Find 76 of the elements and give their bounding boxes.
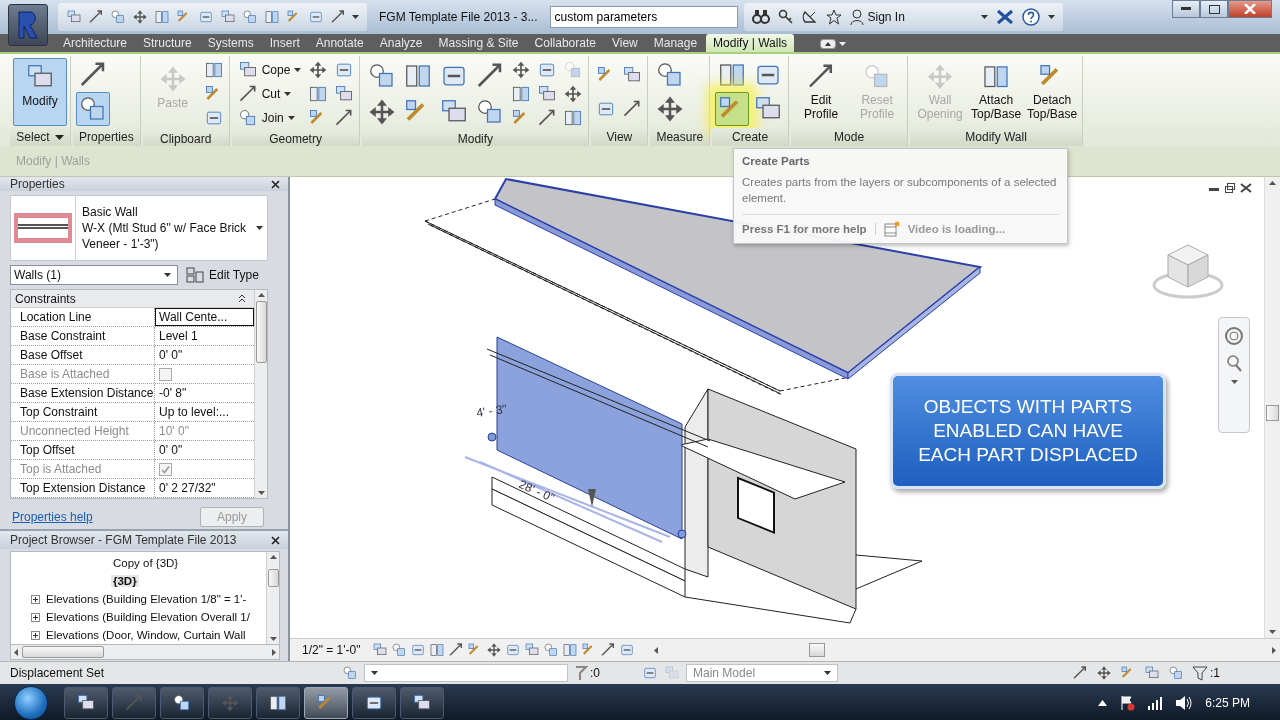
group-header: Constraints (15, 291, 76, 306)
ribbon-button[interactable]: Detach Top/Base (1025, 58, 1080, 126)
property-name: Location Line (11, 308, 155, 326)
sign-in-button[interactable]: Sign In (849, 9, 905, 25)
ribbon-tab[interactable]: View (604, 34, 645, 52)
palette-title: Project Browser - FGM Template File 2013 (10, 533, 237, 547)
panel-label: View (606, 130, 633, 144)
tree-item[interactable]: {3D} (111, 575, 139, 587)
ribbon-button[interactable]: Join (234, 106, 305, 130)
tooltip-description: Creates parts from the layers or subcomponents of a selected element. (742, 175, 1058, 206)
type-family: Basic Wall (82, 203, 139, 220)
ribbon-tab[interactable]: Systems (200, 34, 261, 52)
property-value[interactable]: 0' 2 27/32" (155, 479, 254, 497)
panel-label: Create (732, 130, 769, 144)
ribbon-tab[interactable]: Annotate (308, 34, 371, 52)
tooltip-title: Create Parts (742, 155, 811, 167)
element-filter-dropdown[interactable]: Walls (1) (10, 265, 178, 285)
property-value[interactable]: Level 1 (155, 327, 254, 345)
tree-item[interactable]: Elevations (Building Elevation 1/8" = 1'- (44, 593, 249, 605)
edit-type-button[interactable]: Edit Type (184, 266, 261, 284)
panel-label: Clipboard (160, 132, 212, 146)
property-name: Unconnected Height (11, 422, 155, 440)
ribbon-tab[interactable]: Structure (136, 34, 199, 52)
property-name: Top Offset (11, 441, 155, 459)
ribbon-button[interactable]: Attach Top/Base (969, 58, 1024, 126)
window-title: FGM Template File 2013 - 3... (378, 10, 539, 24)
ribbon-button[interactable]: Edit Profile (794, 58, 849, 126)
help-link[interactable]: Properties help (12, 510, 93, 524)
type-selector[interactable]: Basic Wall W-X (Mtl Stud 6" w/ Face Brick Veneer - 1'-3") (10, 195, 268, 261)
panel-label: Mode (834, 130, 865, 144)
clock: 6:25 PM (1205, 696, 1250, 710)
property-name: Top is Attached (11, 460, 155, 478)
property-value[interactable]: Wall Cente... (155, 308, 254, 326)
status-message: Displacement Set (10, 666, 106, 680)
property-name: Top Extension Distance (11, 479, 155, 497)
ribbon-button[interactable]: Modify (13, 58, 67, 126)
editable-count: :0 (590, 666, 600, 680)
dimension-label: 28' - 0" (516, 476, 557, 505)
tree-item[interactable]: Elevations (Building Elevation Overall 1/ (44, 611, 252, 623)
search-field[interactable]: custom parameters (549, 6, 738, 28)
filter-count: :1 (1210, 666, 1220, 680)
property-value[interactable]: -0' 8" (155, 384, 254, 402)
ribbon-tab[interactable]: Insert (262, 34, 307, 52)
property-name: Top Constraint (11, 403, 155, 421)
context-label: Modify | Walls (16, 154, 90, 168)
ribbon-tab[interactable]: Manage (646, 34, 705, 52)
property-value[interactable]: Up to level:... (155, 403, 254, 421)
ribbon-tab[interactable]: Analyze (372, 34, 430, 52)
property-value[interactable]: 0' 0" (155, 346, 254, 364)
panel-label: Select (16, 130, 50, 144)
callout-text: OBJECTS WITH PARTS ENABLED CAN HAVE EACH PART DISPLACED (890, 373, 1166, 489)
property-name: Base Extension Distance (11, 384, 155, 402)
property-name: Base Offset (11, 346, 155, 364)
tooltip-help: Press F1 for more help (742, 223, 876, 236)
property-value[interactable]: 0' 0" (155, 441, 254, 459)
view-scale[interactable]: 1/2" = 1'-0" (302, 643, 361, 657)
tooltip-video-status: Video is loading... (907, 223, 1006, 236)
property-name: Base is Attached (11, 365, 155, 383)
palette-title: Properties (10, 177, 65, 191)
panel-label: Modify (457, 132, 494, 146)
tree-item[interactable]: Elevations (Door, Window, Curtain Wall (44, 629, 248, 641)
property-name: Base Constraint (11, 327, 155, 345)
design-option-dropdown[interactable]: Main Model (686, 664, 838, 682)
ribbon-tab[interactable]: Collaborate (527, 34, 603, 52)
panel-label: Measure (656, 130, 704, 144)
panel-label: Properties (79, 130, 134, 144)
ribbon-tab[interactable]: Massing & Site (431, 34, 526, 52)
tree-item[interactable]: Copy of {3D} (111, 557, 181, 569)
dimension-label: 4' - 3" (475, 401, 508, 420)
panel-label: Geometry (269, 132, 322, 146)
ribbon-button[interactable]: Cope (234, 58, 305, 82)
ribbon-tab[interactable]: Modify | Walls (706, 34, 795, 52)
type-name: W-X (Mtl Stud 6" w/ Face Brick Veneer - 1'-3") (82, 219, 248, 253)
ribbon-tab[interactable]: Architecture (56, 34, 135, 52)
ribbon-button[interactable]: Cut (234, 82, 305, 106)
panel-label: Modify Wall (965, 130, 1027, 144)
